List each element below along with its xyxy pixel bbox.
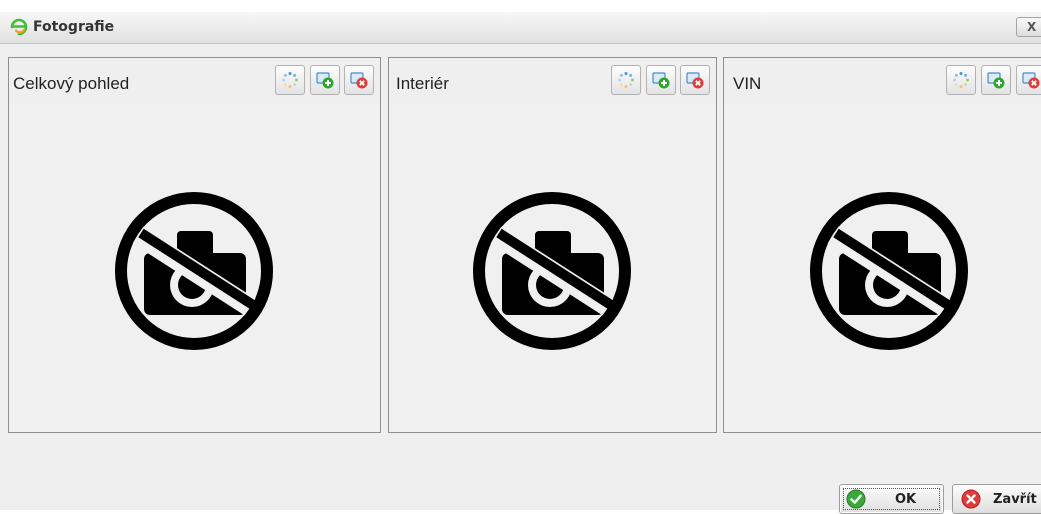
no-photo-icon — [473, 192, 631, 350]
window-close-button[interactable]: X — [1016, 17, 1041, 37]
load-photo-button[interactable] — [946, 65, 976, 95]
remove-photo-icon — [350, 72, 368, 89]
load-photo-button[interactable] — [275, 65, 305, 95]
photo-panel-vin: VIN — [723, 57, 1041, 433]
add-photo-icon — [316, 72, 334, 89]
remove-photo-button[interactable] — [344, 65, 374, 95]
top-strip — [0, 0, 1041, 12]
panel-title: Interiér — [396, 74, 449, 93]
loading-spinner-icon — [953, 72, 969, 88]
close-button-label: Zavřít — [993, 492, 1037, 507]
add-photo-button[interactable] — [646, 65, 676, 95]
photo-panel-celkovy-pohled: Celkový pohled — [8, 57, 381, 433]
add-photo-icon — [987, 72, 1005, 89]
panel-header: VIN — [724, 58, 1041, 102]
checkmark-icon — [846, 489, 866, 509]
photo-panel-interier: Interiér — [388, 57, 717, 433]
no-photo-icon — [810, 192, 968, 350]
add-photo-button[interactable] — [310, 65, 340, 95]
panel-title: VIN — [733, 74, 762, 93]
no-photo-icon — [115, 192, 273, 350]
close-circle-icon — [961, 489, 981, 509]
load-photo-button[interactable] — [611, 65, 641, 95]
add-photo-icon — [652, 72, 670, 89]
remove-photo-button[interactable] — [1016, 65, 1041, 95]
loading-spinner-icon — [618, 72, 634, 88]
title-bar: Fotografie X — [0, 12, 1041, 44]
panel-header: Celkový pohled — [9, 58, 380, 102]
ok-button-label: OK — [895, 492, 917, 507]
loading-spinner-icon — [282, 72, 298, 88]
photo-dialog: Fotografie X Celkový pohled Interiér VIN… — [0, 0, 1041, 514]
app-logo-icon — [10, 18, 28, 36]
panel-header: Interiér — [389, 58, 716, 102]
remove-photo-icon — [686, 72, 704, 89]
panel-title: Celkový pohled — [13, 74, 130, 93]
window-title: Fotografie — [33, 19, 115, 35]
add-photo-button[interactable] — [981, 65, 1011, 95]
remove-photo-button[interactable] — [680, 65, 710, 95]
remove-photo-icon — [1022, 72, 1040, 89]
